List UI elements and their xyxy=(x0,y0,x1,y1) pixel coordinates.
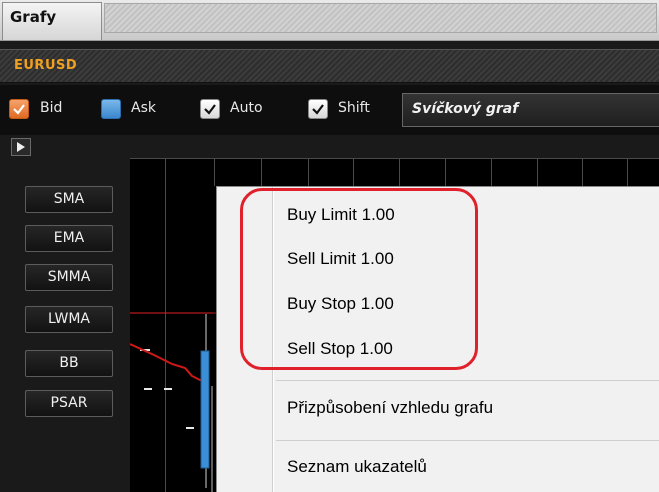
auto-checkbox[interactable] xyxy=(200,99,220,119)
ask-label: Ask xyxy=(131,100,156,116)
ema-button[interactable]: EMA xyxy=(25,225,113,252)
grid-line xyxy=(537,158,538,186)
psar-button[interactable]: PSAR xyxy=(25,390,113,417)
shift-checkbox[interactable] xyxy=(308,99,328,119)
auto-label: Auto xyxy=(230,100,263,116)
bid-checkbox[interactable] xyxy=(9,99,29,119)
candle-body xyxy=(200,350,210,469)
sma-button[interactable]: SMA xyxy=(25,186,113,213)
menu-item-customize-chart[interactable]: Přizpůsobení vzhledu grafu xyxy=(287,398,493,418)
menu-separator xyxy=(276,440,659,441)
checkmark-icon xyxy=(312,104,324,115)
chart-toolbar: Bid Ask Auto Shift Svíčkový graf xyxy=(0,85,659,135)
play-icon xyxy=(17,142,25,152)
grid-line xyxy=(261,158,262,186)
menu-separator xyxy=(276,380,659,381)
grid-line xyxy=(353,158,354,186)
bb-button[interactable]: BB xyxy=(25,350,113,377)
smma-button[interactable]: SMMA xyxy=(25,264,113,291)
menu-item-indicator-list[interactable]: Seznam ukazatelů xyxy=(287,457,427,477)
grid-line xyxy=(627,158,628,186)
ask-checkbox[interactable] xyxy=(101,99,121,119)
grid-line xyxy=(308,158,309,186)
grid-line xyxy=(445,158,446,186)
tab-strip xyxy=(104,3,657,33)
window-title-bar: Grafy xyxy=(0,0,659,41)
symbol-label: EURUSD xyxy=(14,58,78,73)
grid-line xyxy=(582,158,583,186)
tab-grafy[interactable]: Grafy xyxy=(2,2,102,40)
bid-label: Bid xyxy=(40,100,63,116)
chart-series xyxy=(130,312,220,492)
grid-line xyxy=(491,158,492,186)
checkmark-icon xyxy=(204,104,216,115)
symbol-bar: EURUSD xyxy=(0,49,659,83)
highlight-annotation xyxy=(240,188,478,370)
moving-average-line xyxy=(130,343,209,385)
chart-type-select[interactable]: Svíčkový graf xyxy=(402,93,659,127)
play-button[interactable] xyxy=(11,138,31,156)
grid-line xyxy=(399,158,400,186)
lwma-button[interactable]: LWMA xyxy=(25,306,113,333)
checkmark-icon xyxy=(13,104,25,115)
shift-label: Shift xyxy=(338,100,370,116)
